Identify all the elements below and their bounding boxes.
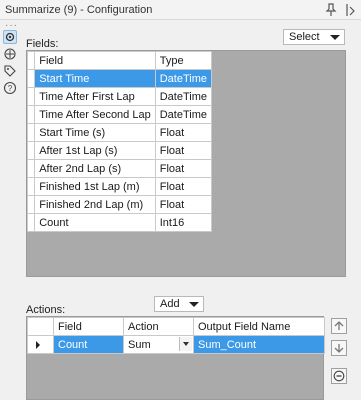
move-up-button[interactable] <box>331 318 347 334</box>
table-row[interactable]: Start Time (s) Float <box>26 123 213 142</box>
output-field-name-cell[interactable]: Sum_Count <box>193 335 325 354</box>
row-selector[interactable] <box>26 177 36 196</box>
tag-icon[interactable] <box>3 64 17 78</box>
chevron-down-icon <box>330 35 340 40</box>
left-rail: ··· ? <box>0 20 20 400</box>
row-selector[interactable] <box>26 141 36 160</box>
field-type-cell[interactable]: Float <box>154 177 213 196</box>
field-type-cell[interactable]: DateTime <box>154 87 213 106</box>
field-name-cell[interactable]: Finished 1st Lap (m) <box>34 177 156 196</box>
field-type-cell[interactable]: DateTime <box>154 105 213 124</box>
column-header-field[interactable]: Field <box>34 51 156 70</box>
row-selector[interactable] <box>26 195 36 214</box>
action-value: Sum <box>128 338 151 351</box>
field-name-cell[interactable]: Start Time (s) <box>34 123 156 142</box>
remove-icon <box>333 370 345 382</box>
annotation-icon[interactable] <box>3 47 17 61</box>
chevron-down-icon[interactable] <box>345 3 357 17</box>
fields-header-row: Field Type <box>26 51 213 70</box>
field-name-cell[interactable]: After 2nd Lap (s) <box>34 159 156 178</box>
chevron-down-icon[interactable] <box>179 337 192 351</box>
help-icon[interactable]: ? <box>3 81 17 95</box>
svg-text:?: ? <box>8 84 13 93</box>
column-header-output-field-name[interactable]: Output Field Name <box>193 317 325 336</box>
actions-label: Actions: <box>26 304 66 316</box>
field-type-cell[interactable]: Float <box>154 123 213 142</box>
row-selector[interactable] <box>27 335 54 354</box>
column-header-type[interactable]: Type <box>154 51 213 70</box>
move-down-button[interactable] <box>331 340 347 356</box>
pin-icon[interactable] <box>325 3 337 17</box>
gear-icon[interactable] <box>3 30 17 44</box>
move-down-icon <box>334 344 344 353</box>
row-selector[interactable] <box>26 159 36 178</box>
fields-label: Fields: <box>26 38 59 50</box>
table-row[interactable]: Count Int16 <box>26 213 213 232</box>
field-name-cell[interactable]: Start Time <box>34 69 156 88</box>
select-dropdown[interactable]: Select <box>283 29 345 45</box>
row-selector[interactable] <box>26 87 36 106</box>
table-row[interactable]: After 2nd Lap (s) Float <box>26 159 213 178</box>
field-type-cell[interactable]: Float <box>154 195 213 214</box>
table-row[interactable]: After 1st Lap (s) Float <box>26 141 213 160</box>
column-header-field[interactable]: Field <box>53 317 124 336</box>
field-type-cell[interactable]: DateTime <box>154 69 213 88</box>
row-selector[interactable] <box>26 123 36 142</box>
actions-grid-panel: Field Action Output Field Name Count Sum… <box>26 316 325 400</box>
row-selector[interactable] <box>26 69 36 88</box>
actions-header-row: Field Action Output Field Name <box>27 317 325 336</box>
window-title: Summarize (9) - Configuration <box>5 4 153 16</box>
action-select-cell[interactable]: Sum <box>123 335 194 354</box>
row-header-corner <box>27 317 54 336</box>
table-row[interactable]: Start Time DateTime <box>26 69 213 88</box>
add-dropdown-value: Add <box>160 298 180 310</box>
fields-table: Field Type Start Time DateTime Time Afte… <box>26 51 213 232</box>
current-row-icon <box>36 341 40 349</box>
remove-button[interactable] <box>331 368 347 384</box>
field-type-cell[interactable]: Float <box>154 159 213 178</box>
table-row[interactable]: Count Sum Sum_Count <box>27 335 325 354</box>
add-dropdown[interactable]: Add <box>154 296 204 312</box>
row-header-corner <box>26 51 36 70</box>
field-name-cell[interactable]: Time After Second Lap <box>34 105 156 124</box>
actions-table: Field Action Output Field Name Count Sum… <box>27 317 325 354</box>
column-header-action[interactable]: Action <box>123 317 194 336</box>
select-dropdown-value: Select <box>289 31 320 43</box>
chevron-down-icon <box>189 302 199 307</box>
field-name-cell[interactable]: Finished 2nd Lap (m) <box>34 195 156 214</box>
move-up-icon <box>334 321 344 330</box>
table-row[interactable]: Finished 1st Lap (m) Float <box>26 177 213 196</box>
table-row[interactable]: Time After First Lap DateTime <box>26 87 213 106</box>
action-field-cell[interactable]: Count <box>53 335 124 354</box>
row-selector[interactable] <box>26 213 36 232</box>
row-selector[interactable] <box>26 105 36 124</box>
fields-grid-panel: Field Type Start Time DateTime Time Afte… <box>26 50 346 277</box>
field-type-cell[interactable]: Float <box>154 141 213 160</box>
field-type-cell[interactable]: Int16 <box>154 213 213 232</box>
field-name-cell[interactable]: Count <box>34 213 156 232</box>
table-row[interactable]: Time After Second Lap DateTime <box>26 105 213 124</box>
field-name-cell[interactable]: After 1st Lap (s) <box>34 141 156 160</box>
title-bar: Summarize (9) - Configuration <box>0 0 361 20</box>
table-row[interactable]: Finished 2nd Lap (m) Float <box>26 195 213 214</box>
field-name-cell[interactable]: Time After First Lap <box>34 87 156 106</box>
